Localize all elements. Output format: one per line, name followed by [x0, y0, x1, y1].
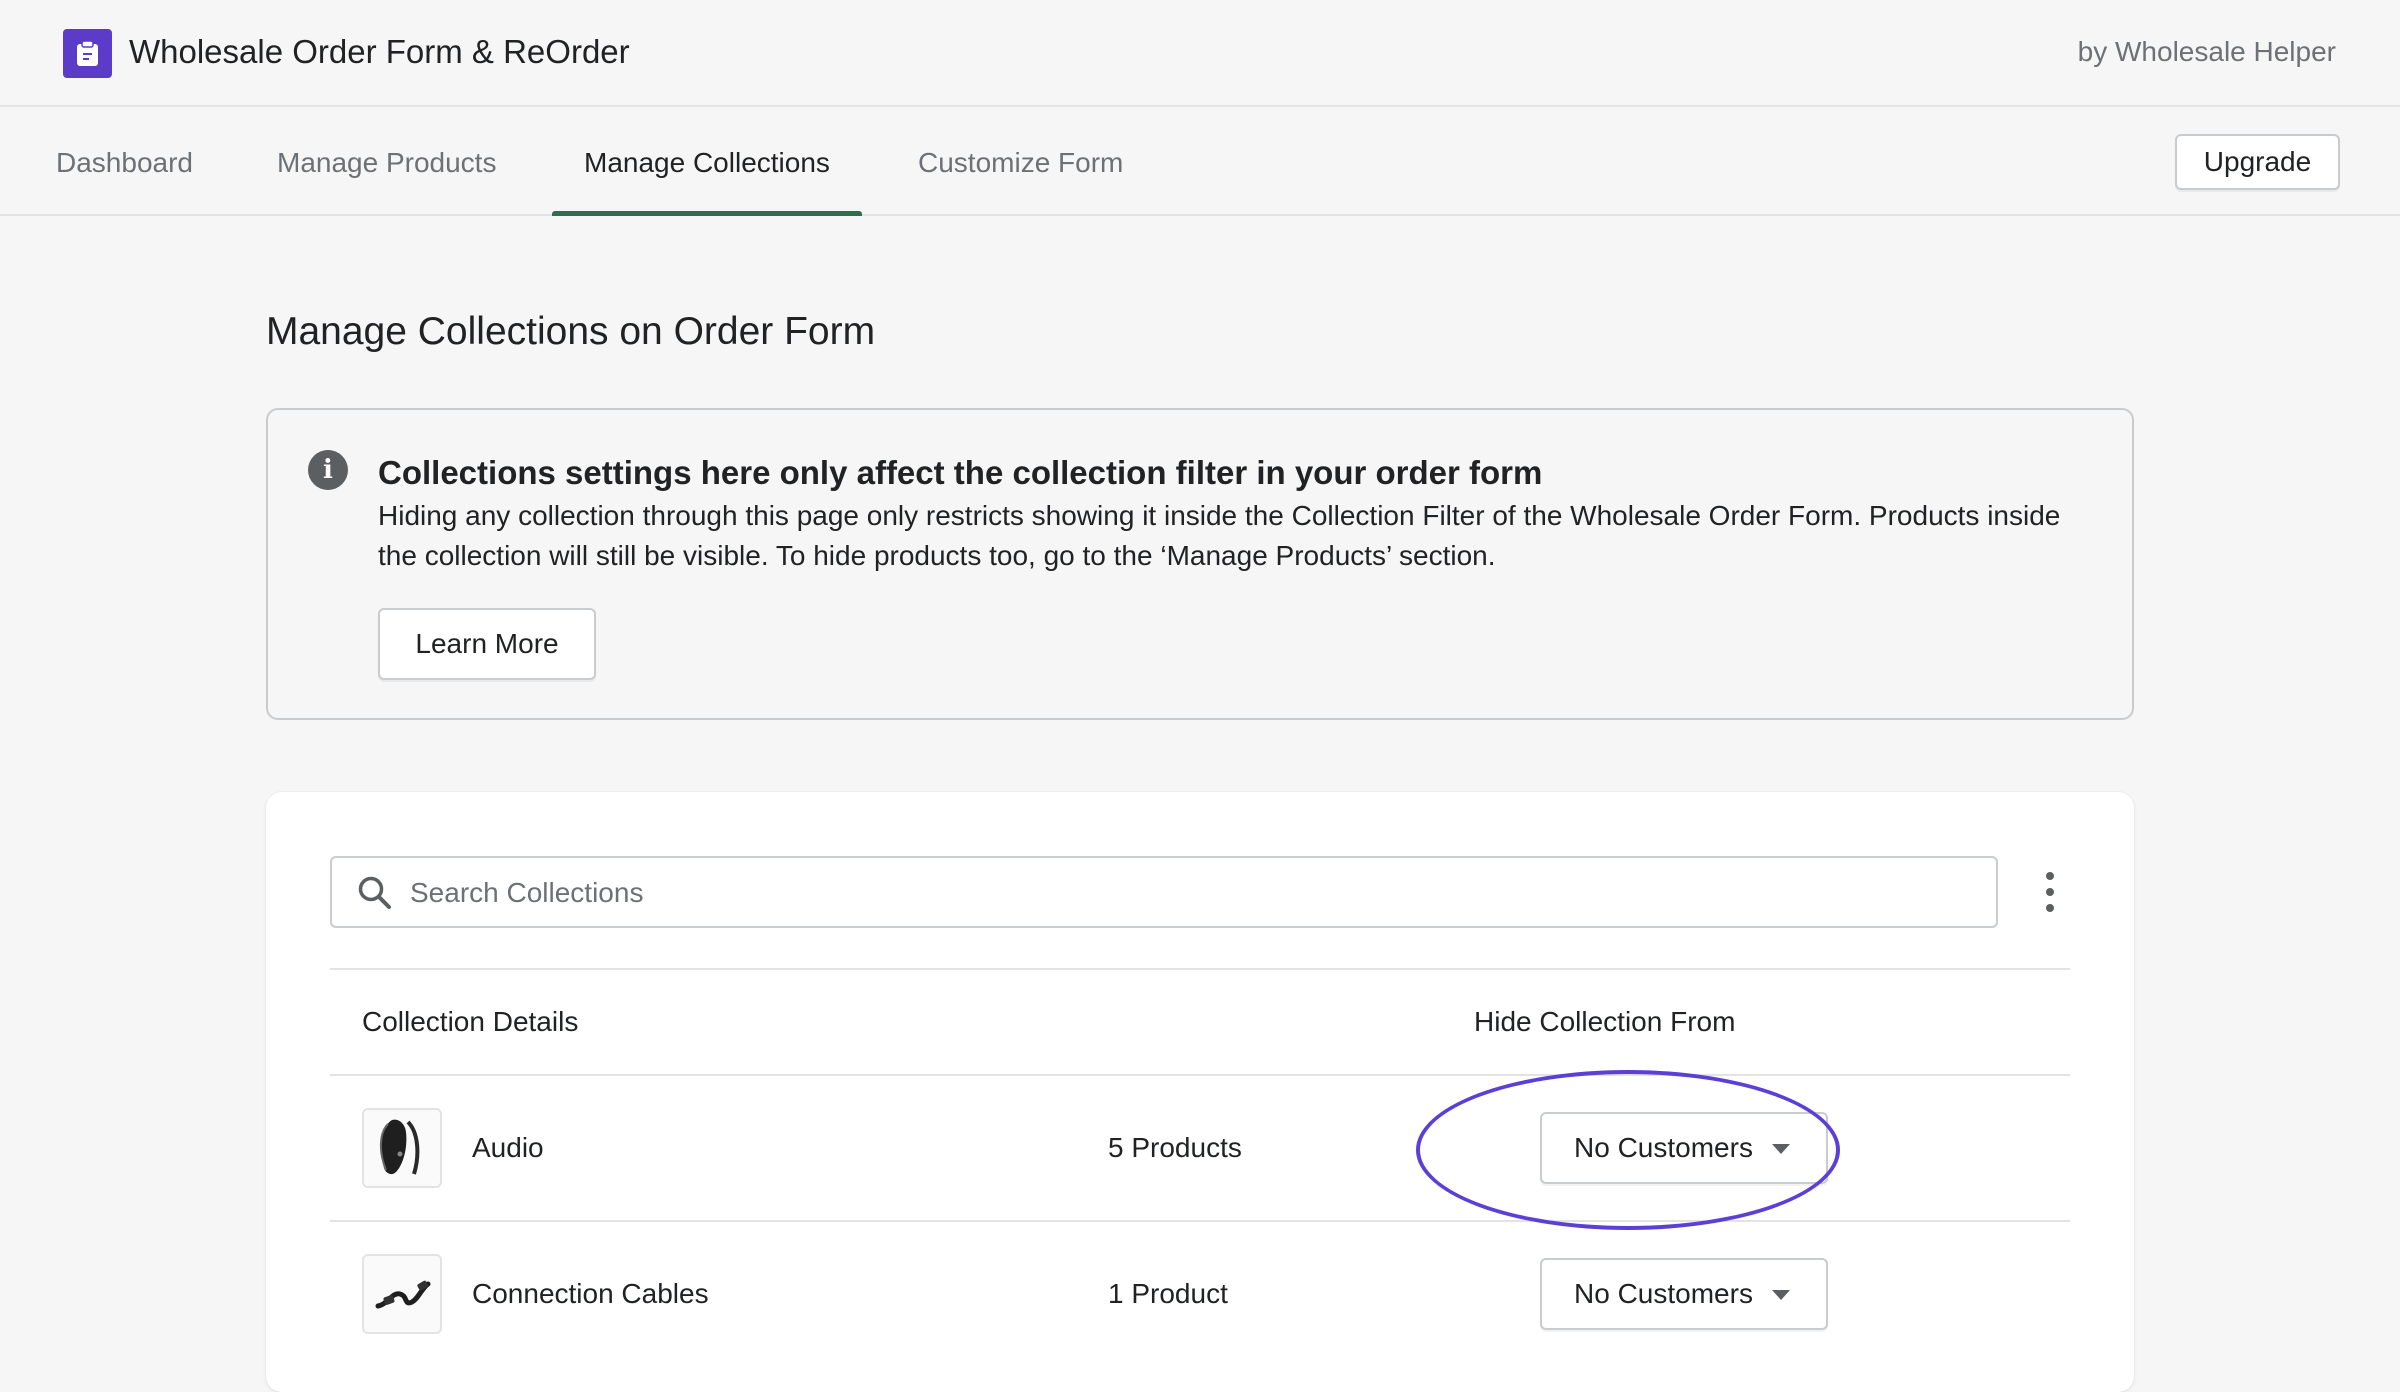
search-box[interactable]	[330, 856, 1998, 928]
hide-from-select[interactable]: No Customers	[1540, 1258, 1828, 1330]
collection-name[interactable]: Connection Cables	[472, 1274, 709, 1314]
column-header-hide-from: Hide Collection From	[1474, 1006, 1736, 1037]
learn-more-button[interactable]: Learn More	[378, 608, 596, 680]
cable-icon	[362, 1254, 442, 1334]
headphones-icon	[362, 1108, 442, 1188]
app-title: Wholesale Order Form & ReOrder	[129, 33, 630, 70]
search-input[interactable]	[408, 860, 1972, 926]
info-icon: i	[308, 450, 348, 490]
select-value: No Customers	[1574, 1132, 1753, 1163]
divider	[330, 968, 2070, 970]
info-banner: i Collections settings here only affect …	[266, 408, 2134, 720]
select-value: No Customers	[1574, 1278, 1753, 1309]
tab-manage-products[interactable]: Manage Products	[245, 107, 528, 214]
main-nav: Dashboard Manage Products Manage Collect…	[0, 107, 2400, 216]
tab-dashboard[interactable]: Dashboard	[24, 107, 225, 214]
upgrade-button[interactable]: Upgrade	[2175, 134, 2340, 190]
tab-manage-collections[interactable]: Manage Collections	[552, 107, 862, 216]
collection-name[interactable]: Audio	[472, 1128, 544, 1168]
caret-down-icon	[1772, 1290, 1790, 1300]
app-header: Wholesale Order Form & ReOrder by Wholes…	[0, 0, 2400, 107]
page-title: Manage Collections on Order Form	[266, 310, 876, 353]
table-row: Connection Cables 1 Product No Customers	[330, 1222, 2070, 1366]
app-byline: by Wholesale Helper	[2077, 36, 2336, 67]
table-row: Audio 5 Products No Customers	[330, 1076, 2070, 1220]
product-count: 1 Product	[1108, 1278, 1228, 1309]
more-actions-icon[interactable]	[2038, 872, 2062, 912]
caret-down-icon	[1772, 1144, 1790, 1154]
tab-customize-form[interactable]: Customize Form	[886, 107, 1155, 214]
product-count: 5 Products	[1108, 1132, 1242, 1163]
hide-from-select[interactable]: No Customers	[1540, 1112, 1828, 1184]
banner-title: Collections settings here only affect th…	[378, 454, 1543, 491]
collections-card: Collection Details Hide Collection From …	[266, 792, 2134, 1392]
column-header-details: Collection Details	[362, 1006, 579, 1037]
search-icon	[358, 876, 391, 909]
clipboard-icon	[63, 29, 112, 78]
banner-body: Hiding any collection through this page …	[378, 500, 2061, 571]
